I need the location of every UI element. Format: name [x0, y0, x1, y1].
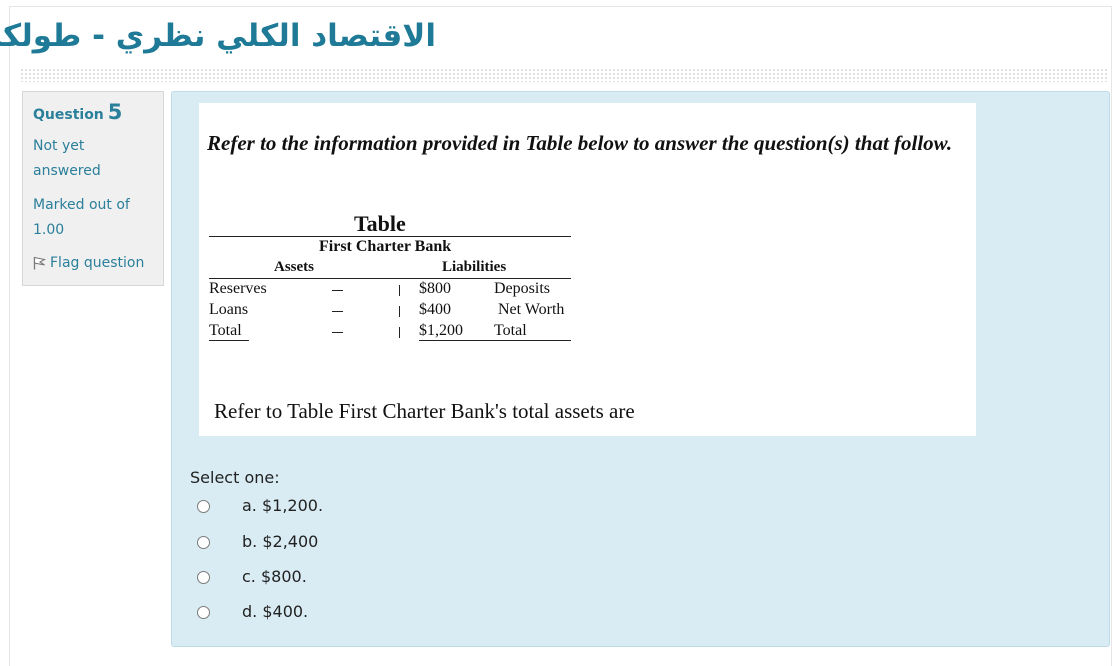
question-formulation: Refer to the information provided in Tab…	[171, 91, 1110, 647]
table-dash	[332, 290, 343, 291]
question-intro: Refer to the information provided in Tab…	[207, 131, 953, 155]
table-divider-bar	[399, 327, 400, 338]
state-line-2: answered	[33, 163, 101, 179]
question-text: Refer to Table First Charter Bank's tota…	[214, 399, 635, 423]
table-cell-asset: Total	[209, 322, 242, 339]
radio-button[interactable]	[197, 606, 210, 619]
table-divider-bar	[399, 306, 400, 317]
table-bank-name: First Charter Bank	[319, 238, 452, 255]
option-label[interactable]: c. $800.	[242, 567, 307, 586]
course-title: الاقتصاد الكلي نظري - طولكرم	[0, 18, 436, 54]
flag-icon	[33, 256, 47, 270]
table-assets-header: Assets	[274, 259, 314, 275]
answer-prompt: Select one:	[190, 468, 280, 487]
table-cell-amount: $400	[419, 301, 451, 318]
table-underline	[419, 340, 571, 341]
table-cell-amount: $800	[419, 280, 451, 297]
question-number-heading: Question 5	[33, 100, 122, 124]
table-top-rule	[209, 236, 571, 237]
table-header-rule	[209, 278, 571, 279]
grade-line-2: 1.00	[33, 222, 65, 238]
question-number: 5	[107, 100, 123, 124]
option-label[interactable]: a. $1,200.	[242, 496, 323, 515]
table-underline	[209, 340, 249, 341]
state-line-1: Not yet	[33, 138, 85, 154]
table-cell-liability: Total	[494, 322, 527, 339]
divider	[20, 68, 1109, 82]
option-label[interactable]: b. $2,400	[242, 532, 318, 551]
table-divider-bar	[399, 285, 400, 296]
table-dash	[332, 311, 343, 312]
question-state: Not yet answered	[33, 134, 153, 184]
table-cell-asset: Loans	[209, 301, 249, 318]
table-liabilities-header: Liabilities	[442, 259, 507, 275]
table-cell-liability: Deposits	[494, 280, 550, 297]
table-cell-amount: $1,200	[419, 322, 463, 339]
grade-line-1: Marked out of	[33, 197, 130, 213]
table-title: Table	[354, 211, 406, 236]
table-cell-liability: Net Worth	[498, 301, 565, 318]
question-image: Refer to the information provided in Tab…	[199, 103, 976, 436]
question-label: Question	[33, 107, 104, 123]
radio-button[interactable]	[197, 571, 210, 584]
flag-question-button[interactable]: Flag question	[33, 255, 144, 271]
option-label[interactable]: d. $400.	[242, 602, 308, 621]
radio-button[interactable]	[197, 500, 210, 513]
flag-question-label: Flag question	[50, 255, 145, 271]
table-dash	[332, 332, 343, 333]
table-cell-asset: Reserves	[209, 280, 267, 297]
radio-button[interactable]	[197, 536, 210, 549]
question-grade: Marked out of 1.00	[33, 193, 153, 243]
question-info: Question 5 Not yet answered Marked out of…	[22, 91, 164, 286]
